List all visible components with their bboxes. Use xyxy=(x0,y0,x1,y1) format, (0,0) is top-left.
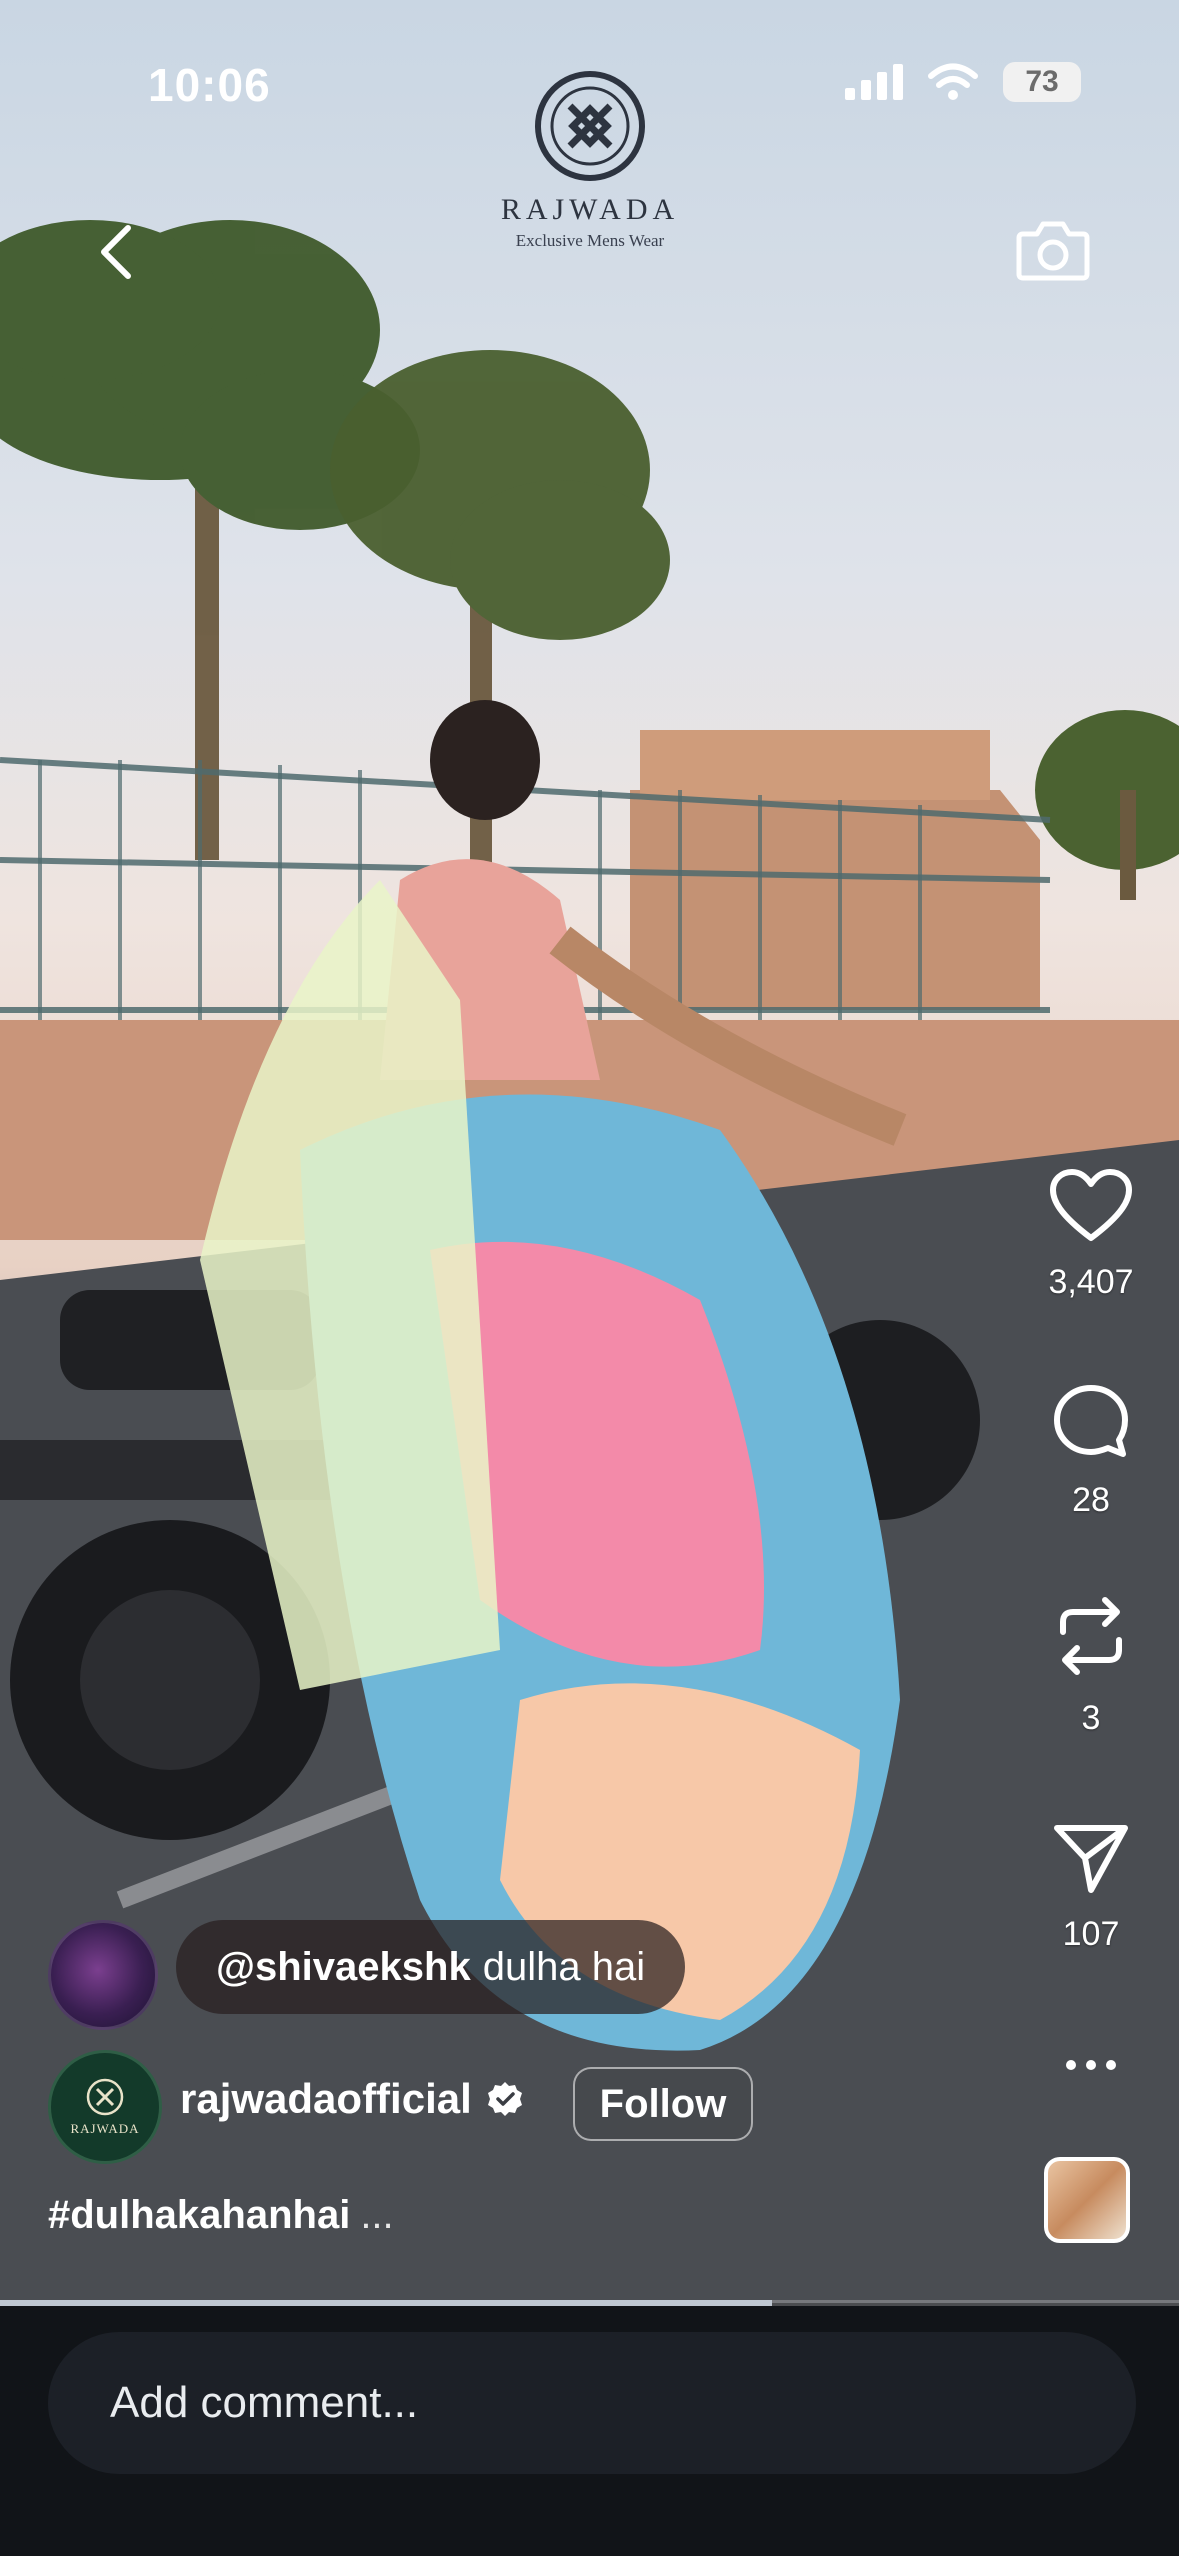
more-options-icon[interactable] xyxy=(1065,2058,1117,2072)
pinned-comment[interactable]: @shivaekshk dulha hai xyxy=(176,1920,686,2014)
camera-icon[interactable] xyxy=(1015,216,1091,282)
rajwada-emblem-icon xyxy=(86,2078,124,2116)
comment-count: 28 xyxy=(1072,1481,1110,1519)
like-count: 3,407 xyxy=(1048,1263,1134,1301)
comment-username[interactable]: @shivaekshk xyxy=(216,1945,471,1990)
caption-text[interactable]: #dulhakahanhai xyxy=(48,2193,350,2237)
back-arrow-icon[interactable] xyxy=(92,222,142,282)
comment-input-wrapper[interactable] xyxy=(48,2332,1136,2474)
signal-icon xyxy=(845,64,903,100)
owner-username[interactable]: rajwadaofficial xyxy=(180,2075,524,2123)
verified-badge-icon xyxy=(487,2082,522,2116)
status-icons: 73 xyxy=(845,62,1081,102)
comment-text: dulha hai xyxy=(482,1944,646,1989)
repost-action[interactable]: 3 xyxy=(1043,1592,1139,1738)
bottom-bar xyxy=(0,2306,1179,2556)
like-action[interactable]: 3,407 xyxy=(1043,1168,1139,1302)
building xyxy=(630,790,1040,1010)
send-icon[interactable] xyxy=(1051,1822,1131,1896)
share-action[interactable]: 107 xyxy=(1043,1822,1139,1954)
share-count: 107 xyxy=(1062,1915,1120,1953)
caption[interactable]: #dulhakahanhai... xyxy=(48,2193,394,2238)
comment-action[interactable]: 28 xyxy=(1043,1382,1139,1520)
battery-indicator: 73 xyxy=(1003,62,1081,102)
heart-icon[interactable] xyxy=(1049,1168,1133,1244)
reel-video[interactable]: 10:06 73 RAJWADA Exclusive Mens Wear 3,4… xyxy=(0,0,1179,2303)
comment-bubble-icon[interactable] xyxy=(1051,1382,1131,1462)
owner-avatar-text: RAJWADA xyxy=(70,2121,140,2136)
comment-input[interactable] xyxy=(108,2377,1012,2429)
palm-tree-right xyxy=(1035,710,1179,900)
repost-count: 3 xyxy=(1081,1699,1101,1737)
brand-name: RAJWADA xyxy=(500,193,680,226)
commenter-avatar[interactable] xyxy=(48,1920,158,2030)
brand-logo: RAJWADA Exclusive Mens Wear xyxy=(480,70,700,251)
owner-username-text[interactable]: rajwadaofficial xyxy=(180,2075,472,2123)
caption-more[interactable]: ... xyxy=(360,2193,393,2237)
follow-button[interactable]: Follow xyxy=(573,2067,753,2141)
wifi-icon xyxy=(928,63,978,100)
status-time: 10:06 xyxy=(148,59,271,111)
brand-tagline: Exclusive Mens Wear xyxy=(515,231,665,250)
audio-thumbnail[interactable] xyxy=(1044,2157,1130,2243)
owner-avatar[interactable]: RAJWADA xyxy=(48,2050,162,2164)
repost-icon[interactable] xyxy=(1051,1592,1131,1680)
rajwada-emblem-icon xyxy=(535,71,645,181)
